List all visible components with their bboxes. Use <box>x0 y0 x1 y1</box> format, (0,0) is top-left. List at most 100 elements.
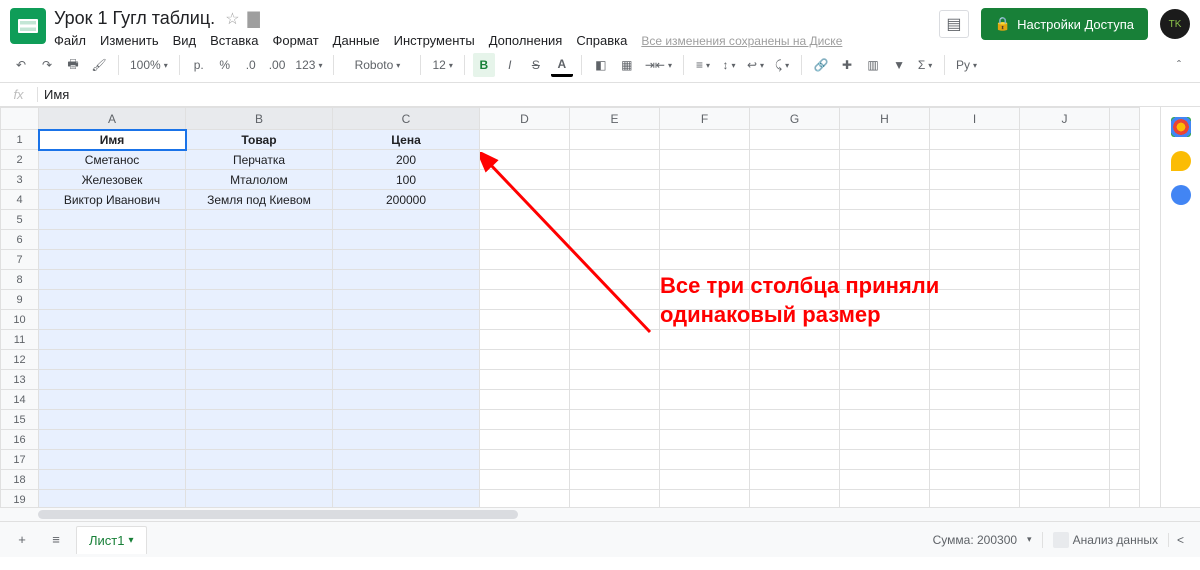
input-lang-button[interactable]: Ру <box>953 53 980 77</box>
menu-file[interactable]: Файл <box>54 33 86 48</box>
row-header[interactable]: 12 <box>1 350 39 370</box>
strike-button[interactable]: S <box>525 53 547 77</box>
filter-button[interactable]: ▼ <box>888 53 910 77</box>
col-header-H[interactable]: H <box>840 108 930 130</box>
cell-B2[interactable]: Перчатка <box>186 150 333 170</box>
row-header[interactable]: 14 <box>1 390 39 410</box>
cell-A3[interactable]: Железовек <box>39 170 186 190</box>
row-header[interactable]: 4 <box>1 190 39 210</box>
save-status[interactable]: Все изменения сохранены на Диске <box>641 34 842 48</box>
link-button[interactable]: 🔗 <box>810 53 832 77</box>
row-header[interactable]: 3 <box>1 170 39 190</box>
chart-button[interactable]: ▥ <box>862 53 884 77</box>
row-header[interactable]: 11 <box>1 330 39 350</box>
keep-icon[interactable] <box>1171 151 1191 171</box>
col-header-G[interactable]: G <box>750 108 840 130</box>
row-header[interactable]: 5 <box>1 210 39 230</box>
col-header-E[interactable]: E <box>570 108 660 130</box>
row-header[interactable]: 6 <box>1 230 39 250</box>
comments-button[interactable]: ▤ <box>939 10 969 38</box>
share-button[interactable]: 🔒 Настройки Доступа <box>981 8 1148 40</box>
collapse-toolbar-button[interactable]: ˆ <box>1168 53 1190 77</box>
rotate-button[interactable]: ⤹ <box>771 53 793 77</box>
row-header[interactable]: 8 <box>1 270 39 290</box>
horizontal-scrollbar[interactable] <box>0 507 1200 521</box>
redo-button[interactable]: ↷ <box>36 53 58 77</box>
menu-help[interactable]: Справка <box>576 33 627 48</box>
account-avatar[interactable]: TK <box>1160 9 1190 39</box>
cell-A2[interactable]: Сметанос <box>39 150 186 170</box>
cell-C4[interactable]: 200000 <box>333 190 480 210</box>
col-header-A[interactable]: A <box>39 108 186 130</box>
menu-edit[interactable]: Изменить <box>100 33 159 48</box>
undo-button[interactable]: ↶ <box>10 53 32 77</box>
menu-addons[interactable]: Дополнения <box>489 33 563 48</box>
calendar-icon[interactable] <box>1171 117 1191 137</box>
menu-tools[interactable]: Инструменты <box>394 33 475 48</box>
font-size-select[interactable]: 12 <box>429 53 455 77</box>
cell-C2[interactable]: 200 <box>333 150 480 170</box>
col-header-I[interactable]: I <box>930 108 1020 130</box>
row-header[interactable]: 19 <box>1 490 39 508</box>
row-header[interactable]: 1 <box>1 130 39 150</box>
menu-view[interactable]: Вид <box>173 33 197 48</box>
sheet-tab[interactable]: Лист1 ▾ <box>76 526 147 554</box>
row-header[interactable]: 7 <box>1 250 39 270</box>
wrap-button[interactable]: ↩ <box>744 53 767 77</box>
status-sum[interactable]: Сумма: 200300 <box>933 533 1017 547</box>
dec-decrease-button[interactable]: .0 <box>240 53 262 77</box>
cell-C3[interactable]: 100 <box>333 170 480 190</box>
row-header[interactable]: 13 <box>1 370 39 390</box>
bold-button[interactable]: B <box>473 53 495 77</box>
cell-A1[interactable]: Имя <box>39 130 186 150</box>
col-header-B[interactable]: B <box>186 108 333 130</box>
merge-button[interactable]: ⇥⇤ <box>642 53 675 77</box>
font-select[interactable]: Roboto <box>342 53 412 77</box>
comment-button[interactable]: ✚ <box>836 53 858 77</box>
zoom-select[interactable]: 100% <box>127 53 171 77</box>
sheets-logo[interactable] <box>10 8 46 44</box>
col-header-C[interactable]: C <box>333 108 480 130</box>
row-header[interactable]: 9 <box>1 290 39 310</box>
italic-button[interactable]: I <box>499 53 521 77</box>
print-button[interactable]: 🖶 <box>62 53 84 77</box>
row-header[interactable]: 17 <box>1 450 39 470</box>
col-header-D[interactable]: D <box>480 108 570 130</box>
doc-title[interactable]: Урок 1 Гугл таблиц. <box>54 8 215 29</box>
tasks-icon[interactable] <box>1171 185 1191 205</box>
number-format-button[interactable]: 123 <box>292 53 325 77</box>
cell-B4[interactable]: Земля под Киевом <box>186 190 333 210</box>
cell-B1[interactable]: Товар <box>186 130 333 150</box>
add-sheet-button[interactable]: + <box>8 526 36 554</box>
text-color-button[interactable]: A <box>551 53 573 77</box>
percent-button[interactable]: % <box>214 53 236 77</box>
menu-insert[interactable]: Вставка <box>210 33 258 48</box>
currency-button[interactable]: р. <box>188 53 210 77</box>
explore-button[interactable]: Анализ данных <box>1042 532 1158 548</box>
cell-A4[interactable]: Виктор Иванович <box>39 190 186 210</box>
row-header[interactable]: 15 <box>1 410 39 430</box>
menu-data[interactable]: Данные <box>333 33 380 48</box>
all-sheets-button[interactable]: ≡ <box>42 526 70 554</box>
row-header[interactable]: 16 <box>1 430 39 450</box>
folder-icon[interactable]: ▇ <box>248 9 260 29</box>
col-header-J[interactable]: J <box>1020 108 1110 130</box>
row-header[interactable]: 10 <box>1 310 39 330</box>
functions-button[interactable]: Σ <box>914 53 936 77</box>
side-panel-toggle[interactable]: < <box>1168 533 1192 547</box>
cell-B3[interactable]: Мталолом <box>186 170 333 190</box>
spreadsheet-grid[interactable]: A B C D E F G H I J 1 Имя Товар Цена 2 <box>0 107 1140 507</box>
col-header-F[interactable]: F <box>660 108 750 130</box>
row-header[interactable]: 2 <box>1 150 39 170</box>
borders-button[interactable]: ▦ <box>616 53 638 77</box>
menu-format[interactable]: Формат <box>272 33 318 48</box>
formula-bar[interactable]: Имя <box>38 87 1200 102</box>
paint-format-button[interactable]: 🖌 <box>88 53 110 77</box>
star-icon[interactable]: ☆ <box>225 9 239 29</box>
select-all-corner[interactable] <box>1 108 39 130</box>
sheet-tab-menu-icon[interactable]: ▾ <box>128 535 133 546</box>
col-header-last[interactable] <box>1110 108 1140 130</box>
halign-button[interactable]: ≡ <box>692 53 714 77</box>
valign-button[interactable]: ↕ <box>718 53 740 77</box>
dec-increase-button[interactable]: .00 <box>266 53 289 77</box>
